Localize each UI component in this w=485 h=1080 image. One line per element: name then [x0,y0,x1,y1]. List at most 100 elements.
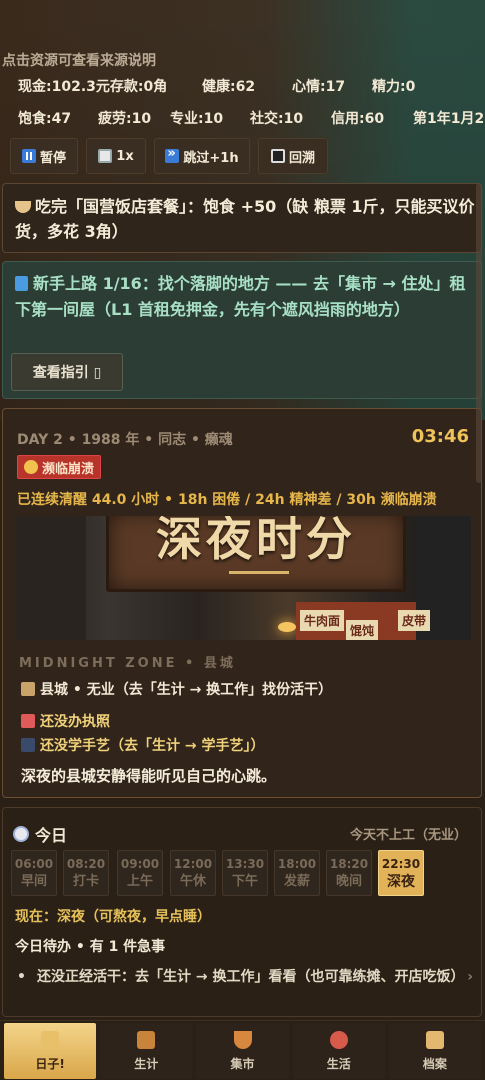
stat-fatigue[interactable]: 疲劳:10 [98,108,151,128]
slot-time: 22:30 [381,857,421,871]
guide-card: 新手上路 1/16：找个落脚的地方 —— 去「集市 → 住处」租下第一间屋（L1… [2,261,482,399]
today-card: 今日 今天不上工（无业） 06:00 早间 08:20 打卡 09:00 上午 12:… [2,807,482,1017]
slot-time: 06:00 [14,857,54,871]
food-notice-card: 吃完「国营饭店套餐」：饱食 +50（缺 粮票 1斤，只能买议价货，多花 3角） [2,183,482,253]
slot-label: 下午 [231,874,258,889]
stat-energy[interactable]: 精力:0 [372,76,415,96]
nav-life[interactable]: 生活 [292,1023,385,1079]
nav-label: 档案 [422,1056,447,1071]
scene-wall-left [16,516,86,640]
time-slot[interactable]: 12:00 午休 [170,850,216,896]
slot-label: 打卡 [72,874,99,889]
nav-days[interactable]: 日子! [4,1023,97,1079]
slot-label: 晚间 [335,874,362,889]
rewind-button[interactable]: 回溯 [258,138,328,174]
house-icon [21,682,35,696]
slot-label: 深夜 [387,874,415,890]
stat-health[interactable]: 健康:62 [202,76,255,96]
slot-label: 午休 [179,874,206,889]
stat-date: 第1年1月2 [413,111,485,127]
time-slot[interactable]: 06:00 早间 [11,850,57,896]
work-status: 今天不上工（无业） [349,828,467,843]
chevron-right-icon: › [467,969,473,985]
license-line: 还没办执照 [21,711,110,731]
nav-market[interactable]: 集市 [196,1023,289,1079]
scene-image: 深夜时分 牛肉面 馄饨 皮带 [16,516,471,640]
day-header: DAY 2 • 1988 年 • 同志 • 癞魂 [17,432,233,448]
clapperboard-icon [270,149,285,163]
todo-item[interactable]: 还没正经活干：去「生计 → 换工作」看看（也可靠练摊、开店吃饭） › [17,966,473,988]
nav-label: 日子! [35,1056,65,1071]
nav-label: 集市 [230,1056,255,1071]
clock-icon [13,826,29,842]
rewind-label: 回溯 [288,150,315,166]
time-slot[interactable]: 18:00 发薪 [274,850,320,896]
skill-text: 还没学手艺（去「生计 → 学手艺」） [40,738,265,754]
graduation-cap-icon [21,738,35,752]
stat-skill[interactable]: 专业:10 [170,108,223,128]
scene-stall-belt: 皮带 [398,610,431,631]
scene-stall-noodles: 牛肉面 [300,610,345,631]
skip-label: 跳过+1h [183,150,239,166]
slot-time: 09:00 [120,857,160,871]
scene-stall-wonton: 馄饨 [346,620,379,640]
slot-label: 上午 [126,874,153,889]
family-icon [329,1030,348,1049]
nav-label: 生活 [326,1056,351,1071]
slot-time: 13:30 [225,857,265,871]
book-icon [15,276,28,291]
scene-lamp [278,622,296,632]
today-title: 今日 [13,822,67,846]
awake-duration: 已连续清醒 44.0 小时 • 18h 困倦 / 24h 精神差 / 30h 濒… [17,492,437,508]
time-slot[interactable]: 18:20 晚间 [326,850,372,896]
skill-line: 还没学手艺（去「生计 → 学手艺」） [21,735,264,755]
stat-fullness[interactable]: 饱食:47 [18,108,71,128]
id-card-icon [21,714,35,728]
slot-label: 发薪 [283,874,310,889]
distressed-face-icon [24,460,38,474]
guide-text: 新手上路 1/16：找个落脚的地方 —— 去「集市 → 住处」租下第一间屋（L1… [15,274,466,319]
briefcase-icon [137,1030,156,1049]
zone-label: MIDNIGHT ZONE • 县城 [19,656,236,671]
status-badge: 濒临崩溃 [17,455,102,479]
pause-button[interactable]: 暂停 [10,138,78,174]
scrollbar[interactable] [476,183,482,483]
todo-header: 今日待办 • 有 1 件急事 [15,939,166,955]
day-status-card: DAY 2 • 1988 年 • 同志 • 癞魂 03:46 濒临崩溃 已连续清… [2,408,482,798]
slot-time: 08:20 [66,857,106,871]
nav-label: 生计 [134,1056,159,1071]
stat-cash[interactable]: 现金:102.3元存款:0角 [18,76,167,96]
nav-livelihood[interactable]: 生计 [100,1023,193,1079]
slot-time: 18:20 [329,857,369,871]
basket-icon [233,1030,252,1049]
stopwatch-icon [98,149,113,163]
stat-social[interactable]: 社交:10 [250,108,303,128]
time-slot[interactable]: 13:30 下午 [222,850,268,896]
pause-label: 暂停 [39,150,66,166]
bottom-nav: 日子! 生计 集市 生活 档案 [0,1020,485,1080]
game-clock: 03:46 [411,426,469,447]
stat-credit[interactable]: 信用:60 [331,108,384,128]
speed-label: 1x [116,148,134,164]
house-icon [41,1030,60,1049]
view-guide-button[interactable]: 查看指引 ▯ [11,353,123,391]
pause-icon [21,149,36,163]
scene-sign-ornament [229,571,289,574]
time-slot[interactable]: 08:20 打卡 [63,850,109,896]
status-badge-label: 濒临崩溃 [42,461,95,477]
slot-time: 12:00 [173,857,213,871]
bowl-icon [15,201,31,213]
time-slot-current[interactable]: 22:30 深夜 [378,850,424,896]
fast-forward-icon [165,146,180,163]
food-notice-text: 吃完「国营饭店套餐」：饱食 +50（缺 粮票 1斤，只能买议价货，多花 3角） [15,197,475,241]
time-slot[interactable]: 09:00 上午 [117,850,163,896]
scene-sign-text: 深夜时分 [156,516,356,566]
nav-archive[interactable]: 档案 [388,1023,482,1079]
mood-text: 深夜的县城安静得能听见自己的心跳。 [21,767,277,785]
skip-button[interactable]: 跳过+1h [154,138,250,174]
scroll-icon [425,1030,444,1049]
speed-button[interactable]: 1x [86,138,146,174]
stat-mood[interactable]: 心情:17 [292,76,345,96]
resource-hint: 点击资源可查看来源说明 [2,53,156,69]
license-text: 还没办执照 [40,714,110,730]
